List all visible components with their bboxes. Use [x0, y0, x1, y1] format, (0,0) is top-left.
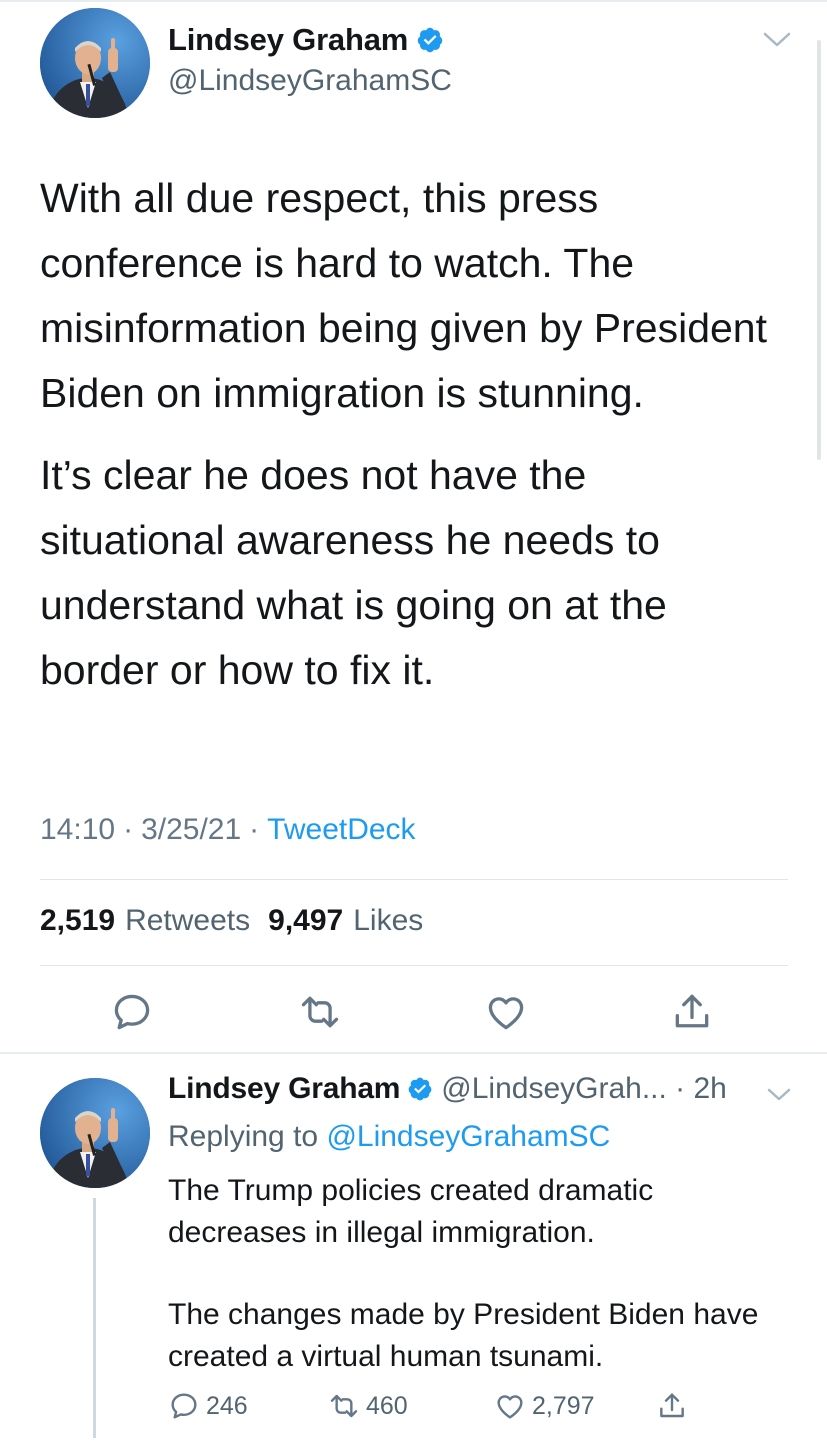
- share-button[interactable]: [656, 1390, 694, 1422]
- retweet-icon: [330, 1394, 358, 1418]
- share-icon[interactable]: [670, 990, 714, 1034]
- avatar[interactable]: [40, 8, 150, 118]
- separator-dot: ·: [249, 813, 260, 846]
- like-button[interactable]: 2,797: [494, 1390, 595, 1422]
- tweet-paragraph: With all due respect, this press confere…: [40, 175, 767, 416]
- verified-badge-icon: [407, 1076, 433, 1102]
- engagement-stats: 2,519 Retweets 9,497 Likes: [40, 904, 441, 938]
- replying-to: Replying to @LindseyGrahamSC: [168, 1120, 610, 1154]
- chevron-down-icon[interactable]: [766, 1086, 792, 1104]
- tweet-source-link[interactable]: TweetDeck: [267, 813, 415, 847]
- tweet-metadata: 14:10 · 3/25/21 · TweetDeck: [40, 813, 416, 847]
- author-name-row[interactable]: Lindsey Graham: [168, 22, 444, 58]
- share-icon: [660, 1393, 684, 1418]
- replying-to-handle-link[interactable]: @LindseyGrahamSC: [326, 1120, 610, 1153]
- author-name[interactable]: Lindsey Graham: [168, 22, 408, 58]
- like-icon[interactable]: [484, 990, 528, 1034]
- tweet-paragraph: It’s clear he does not have the situatio…: [40, 452, 667, 693]
- reply-action-bar: 246 460 2,797: [168, 1390, 728, 1430]
- divider: [40, 879, 788, 880]
- verified-badge-icon: [416, 26, 444, 54]
- divider: [40, 965, 788, 966]
- tweet-separator: [0, 1052, 827, 1054]
- reply-paragraph: The changes made by President Biden have…: [168, 1298, 759, 1373]
- avatar[interactable]: [40, 1078, 150, 1188]
- likes-count[interactable]: 9,497: [268, 904, 343, 938]
- reply-text: The Trump policies created dramatic decr…: [168, 1170, 768, 1378]
- chevron-down-icon[interactable]: [762, 30, 792, 50]
- author-handle[interactable]: @LindseyGrahamSC: [168, 64, 452, 98]
- retweets-label[interactable]: Retweets: [125, 904, 250, 938]
- retweets-count[interactable]: 2,519: [40, 904, 115, 938]
- main-tweet: Lindsey Graham @LindseyGrahamSC With all…: [0, 0, 827, 1052]
- tweet-date[interactable]: 3/25/21: [141, 813, 241, 847]
- thread-line: [93, 1198, 96, 1438]
- author-name[interactable]: Lindsey Graham: [168, 1072, 400, 1106]
- tweet-time: 14:10: [40, 813, 116, 846]
- reply-header: Lindsey Graham @LindseyGrah... · 2h: [168, 1072, 727, 1106]
- reply-icon[interactable]: [110, 990, 154, 1034]
- like-icon: [497, 1395, 523, 1419]
- reply-icon: [171, 1393, 197, 1419]
- separator-dot: ·: [123, 813, 134, 846]
- retweet-count: 460: [366, 1391, 408, 1420]
- reply-button[interactable]: 246: [168, 1390, 248, 1422]
- reply-paragraph: The Trump policies created dramatic decr…: [168, 1174, 654, 1249]
- like-count: 2,797: [532, 1391, 595, 1420]
- retweet-icon[interactable]: [298, 990, 342, 1034]
- reply-count: 246: [206, 1391, 248, 1420]
- author-handle-time[interactable]: @LindseyGrah... · 2h: [441, 1072, 727, 1106]
- tweet-text: With all due respect, this press confere…: [40, 166, 780, 703]
- likes-label[interactable]: Likes: [353, 904, 423, 938]
- retweet-button[interactable]: 460: [328, 1390, 408, 1422]
- replying-to-label: Replying to: [168, 1120, 319, 1153]
